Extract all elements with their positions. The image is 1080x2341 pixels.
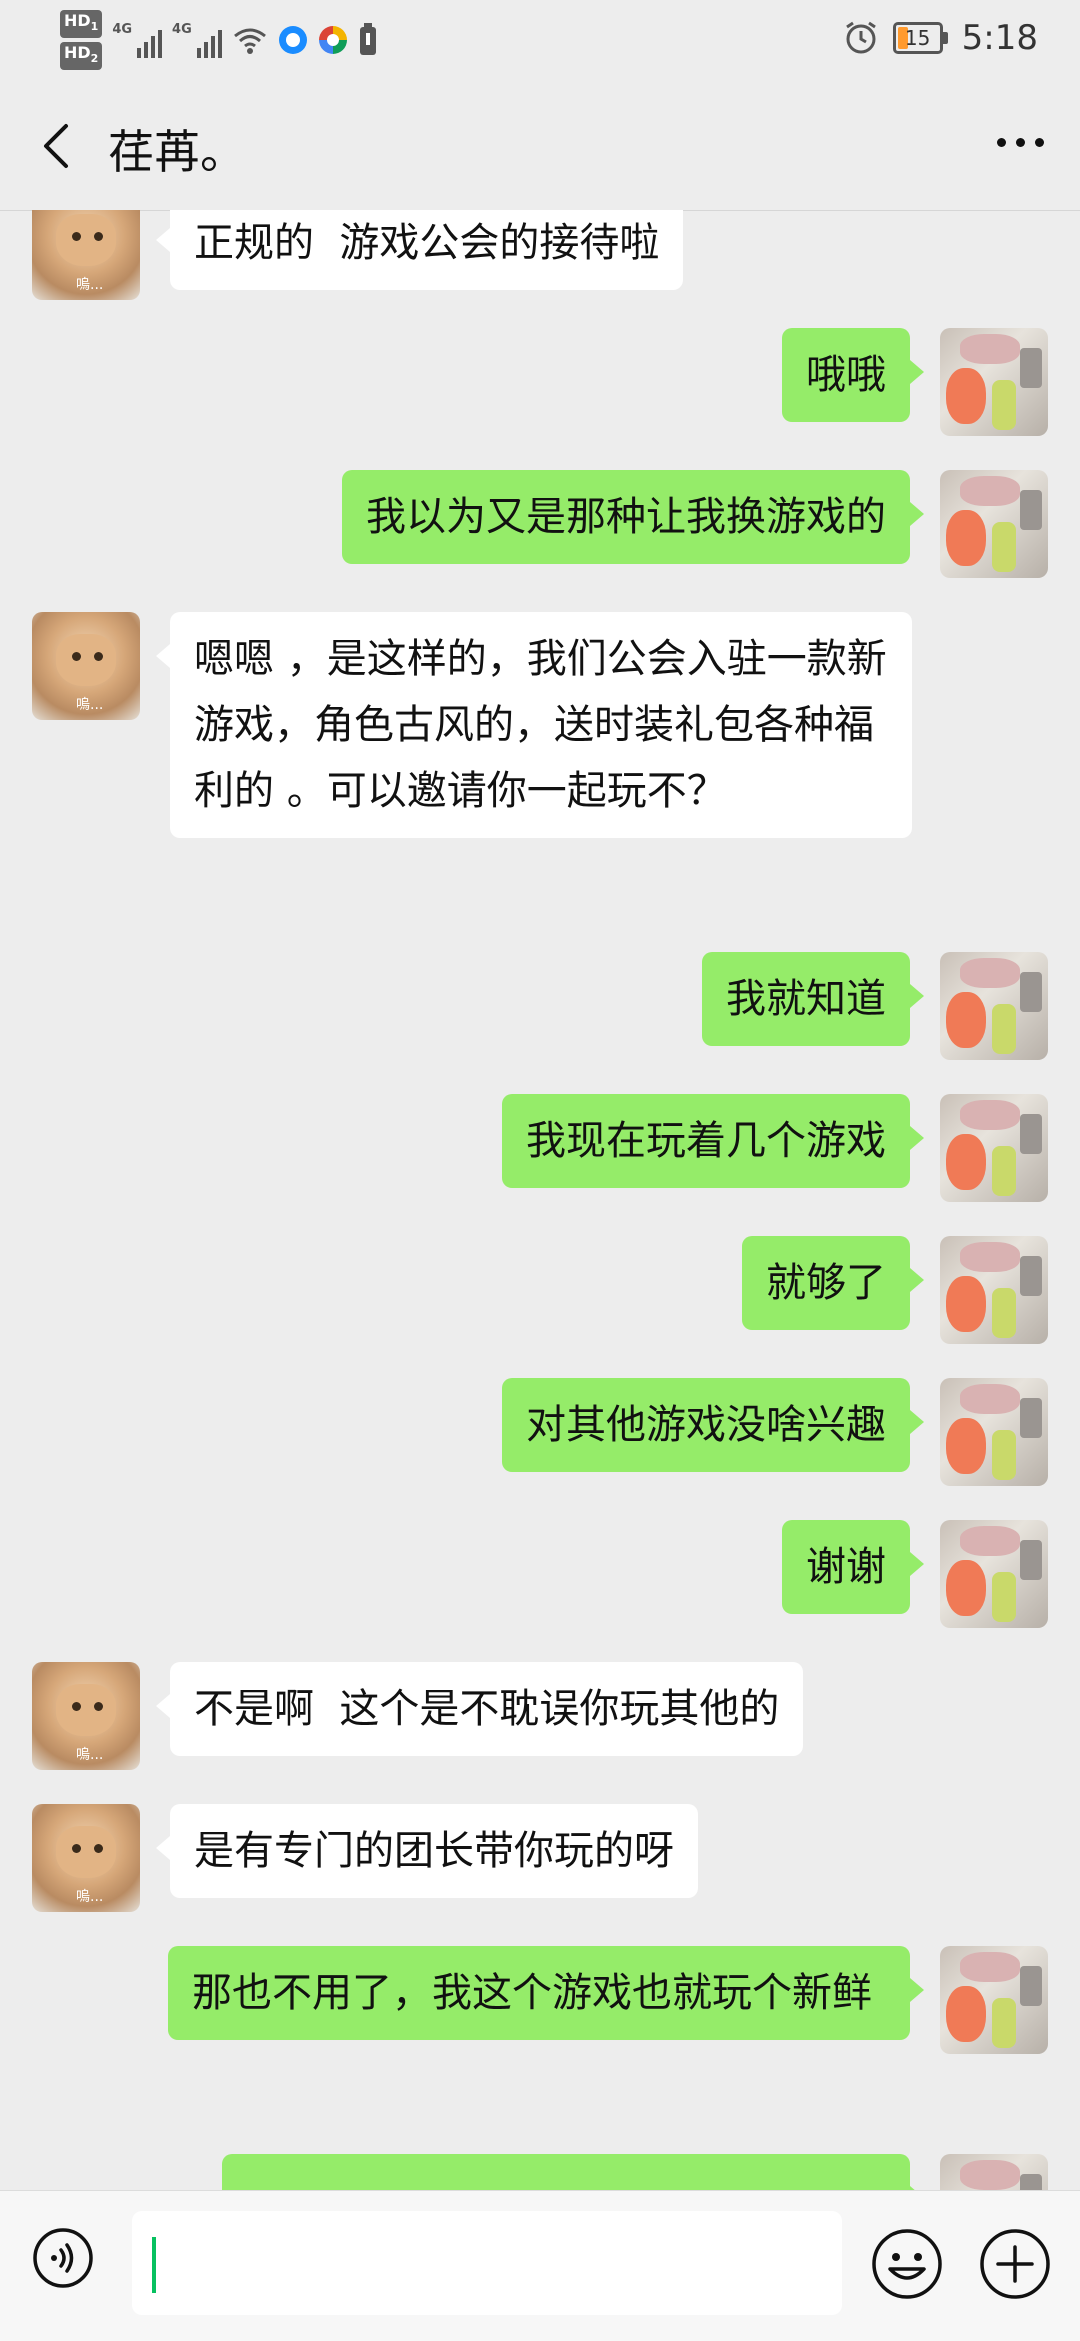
my-avatar[interactable] xyxy=(940,1520,1048,1628)
outgoing-message-bubble[interactable]: 我现在玩着几个游戏 xyxy=(502,1094,924,1188)
chat-title: 荏苒。 xyxy=(108,125,246,179)
wifi-icon xyxy=(233,28,266,55)
my-avatar[interactable] xyxy=(940,952,1048,1060)
message-row: 我现在玩着几个游戏 xyxy=(0,1094,1080,1204)
message-row: 就够了 xyxy=(0,1236,1080,1346)
my-avatar[interactable] xyxy=(940,1094,1048,1202)
message-row: 哦哦 xyxy=(0,328,1080,438)
outgoing-message-bubble[interactable] xyxy=(222,2154,924,2190)
incoming-message-bubble[interactable]: 正规的 游戏公会的接待啦 xyxy=(155,210,684,290)
signal-icon: 4G xyxy=(172,22,222,59)
my-avatar[interactable] xyxy=(940,1946,1048,2054)
outgoing-message-bubble[interactable]: 谢谢 xyxy=(782,1520,924,1614)
network-type-label: 4G xyxy=(112,22,133,38)
plus-icon[interactable] xyxy=(978,2227,1052,2301)
message-row: 对其他游戏没啥兴趣 xyxy=(0,1378,1080,1488)
outgoing-message-bubble[interactable]: 我就知道 xyxy=(702,952,924,1046)
message-input[interactable] xyxy=(132,2211,842,2315)
outgoing-message-bubble[interactable]: 我以为又是那种让我换游戏的 xyxy=(342,470,924,564)
my-avatar[interactable] xyxy=(940,1236,1048,1344)
more-icon[interactable] xyxy=(997,138,1044,147)
incoming-message-bubble[interactable]: 嗯嗯 ，是这样的，我们公会入驻一款新游戏，角色古风的，送时装礼包各种福利的 。可… xyxy=(156,612,912,838)
text-caret xyxy=(152,2237,156,2293)
incoming-message-bubble[interactable]: 是有专门的团长带你玩的呀 xyxy=(156,1804,698,1898)
back-icon[interactable] xyxy=(30,118,86,174)
my-avatar[interactable] xyxy=(940,2154,1048,2190)
battery-icon: 15 xyxy=(892,22,948,54)
input-bar xyxy=(0,2190,1080,2341)
chat-header: 荏苒。 xyxy=(0,80,1080,211)
my-avatar[interactable] xyxy=(940,1378,1048,1486)
voice-icon[interactable] xyxy=(32,2227,94,2289)
outgoing-message-bubble[interactable]: 哦哦 xyxy=(782,328,924,422)
message-row: 嗚... 嗯嗯 ，是这样的，我们公会入驻一款新游戏，角色古风的，送时装礼包各种福… xyxy=(0,612,1080,922)
outgoing-message-bubble[interactable]: 就够了 xyxy=(742,1236,924,1330)
emoji-icon[interactable] xyxy=(870,2227,944,2301)
message-row: 我以为又是那种让我换游戏的 xyxy=(0,470,1080,580)
message-row: 谢谢 xyxy=(0,1520,1080,1630)
status-right-group: 15 5:18 xyxy=(843,18,1038,58)
battery-level: 15 xyxy=(904,26,931,50)
contact-avatar[interactable]: 嗚... xyxy=(32,1662,140,1770)
outgoing-message-bubble[interactable]: 对其他游戏没啥兴趣 xyxy=(502,1378,924,1472)
app-icon xyxy=(278,26,307,55)
hd-badge-1: HD1 xyxy=(60,10,103,39)
app-icon xyxy=(318,26,347,55)
hd-indicators: HD1 HD2 xyxy=(60,10,103,71)
message-row xyxy=(0,2154,1080,2190)
status-left-group: HD1 HD2 4G 4G xyxy=(60,10,378,71)
status-bar: HD1 HD2 4G 4G 15 5:18 xyxy=(0,0,1080,80)
message-row: 嗚... 不是啊 这个是不耽误你玩其他的 xyxy=(0,1662,1080,1772)
my-avatar[interactable] xyxy=(940,328,1048,436)
message-row: 那也不用了，我这个游戏也就玩个新鲜 xyxy=(0,1946,1080,2126)
network-type-label: 4G xyxy=(172,22,192,38)
message-row: 嗚... 是有专门的团长带你玩的呀 xyxy=(0,1804,1080,1914)
message-list[interactable]: 嗚... 正规的 游戏公会的接待啦 哦哦 我以为又是那种让我换游戏的 嗚... … xyxy=(0,210,1080,2190)
contact-avatar[interactable]: 嗚... xyxy=(32,612,140,720)
contact-avatar[interactable]: 嗚... xyxy=(32,210,140,300)
clock: 5:18 xyxy=(961,18,1038,58)
my-avatar[interactable] xyxy=(940,470,1048,578)
hd-badge-2: HD2 xyxy=(60,42,103,71)
incoming-message-bubble[interactable]: 不是啊 这个是不耽误你玩其他的 xyxy=(155,1662,804,1756)
message-row: 嗚... 正规的 游戏公会的接待啦 xyxy=(0,210,1080,302)
alarm-icon xyxy=(845,21,876,54)
signal-icon: 4G xyxy=(112,22,163,59)
battery-saver-icon xyxy=(359,23,376,56)
contact-avatar[interactable]: 嗚... xyxy=(32,1804,140,1912)
message-row: 我就知道 xyxy=(0,952,1080,1062)
outgoing-message-bubble[interactable]: 那也不用了，我这个游戏也就玩个新鲜 xyxy=(168,1946,924,2040)
